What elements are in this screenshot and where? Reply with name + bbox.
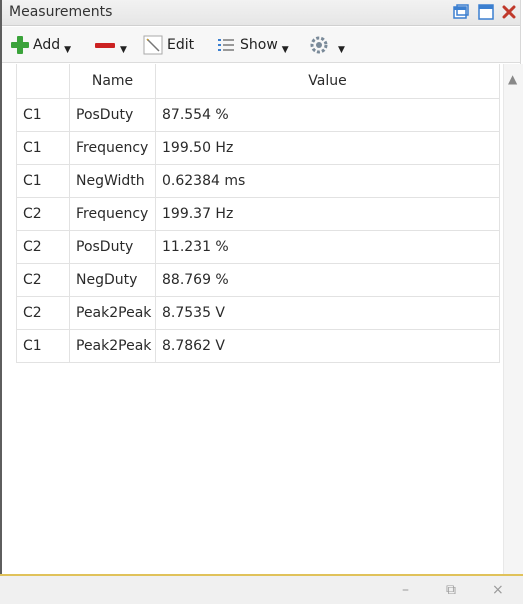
cell-source: C2 [16,296,70,330]
cell-source: C1 [16,98,70,132]
restore-icon[interactable]: ⧉ [446,582,456,598]
cell-source: C1 [16,131,70,165]
remove-dropdown-arrow-icon[interactable]: ▼ [120,45,127,55]
maximize-icon[interactable] [478,4,494,20]
edit-label: Edit [167,37,195,53]
cell-source: C2 [16,197,70,231]
cell-value: 8.7535 V [155,296,500,330]
show-dropdown-arrow-icon[interactable]: ▼ [282,45,289,55]
add-label: Add [33,37,61,53]
table-row[interactable]: C2 NegDuty 88.769 % [16,263,500,297]
column-header-name[interactable]: Name [69,64,156,99]
cell-name: NegDuty [69,263,156,297]
panel-title: Measurements [9,4,113,20]
toolbar: Add ▼ ▼ Edit Show ▼ ▼ [2,27,520,63]
cell-value: 11.231 % [155,230,500,264]
table-row[interactable]: C2 Peak2Peak 8.7535 V [16,296,500,330]
cell-value: 87.554 % [155,98,500,132]
minus-icon [94,35,116,55]
remove-button[interactable]: ▼ [94,33,127,57]
restore-window-icon[interactable] [453,4,469,20]
bottom-bar: – ⧉ × [0,574,523,604]
add-dropdown-arrow-icon[interactable]: ▼ [64,45,71,55]
cell-value: 88.769 % [155,263,500,297]
cell-name: PosDuty [69,230,156,264]
column-header-source[interactable] [16,64,70,99]
edit-icon [143,35,163,55]
cell-value: 199.37 Hz [155,197,500,231]
close-panel-icon[interactable]: × [492,582,504,598]
cell-name: Frequency [69,197,156,231]
cell-source: C1 [16,164,70,198]
list-icon [216,35,236,55]
settings-dropdown-arrow-icon[interactable]: ▼ [338,45,345,55]
title-bar: Measurements [2,0,520,26]
cell-name: Peak2Peak [69,296,156,330]
cell-value: 199.50 Hz [155,131,500,165]
cell-source: C2 [16,263,70,297]
add-button[interactable]: Add ▼ [10,33,71,57]
cell-name: Peak2Peak [69,329,156,363]
measurements-panel: Measurements Add ▼ ▼ Edit Show ▼ ▼ Name … [0,0,523,574]
gear-icon [308,34,330,56]
cell-value: 8.7862 V [155,329,500,363]
cell-name: Frequency [69,131,156,165]
show-button[interactable]: Show ▼ [216,33,289,57]
table-row[interactable]: C1 PosDuty 87.554 % [16,98,500,132]
measurements-table: Name Value C1 PosDuty 87.554 % C1 Frequency 1… [16,64,500,363]
settings-button[interactable]: ▼ [308,33,345,57]
cell-name: PosDuty [69,98,156,132]
cell-name: NegWidth [69,164,156,198]
vertical-scrollbar[interactable]: ▲ [503,64,523,574]
close-icon[interactable] [501,4,517,20]
table-row[interactable]: C1 NegWidth 0.62384 ms [16,164,500,198]
scroll-up-arrow-icon[interactable]: ▲ [508,72,517,86]
cell-value: 0.62384 ms [155,164,500,198]
edit-button[interactable]: Edit [143,33,194,57]
table-row[interactable]: C1 Peak2Peak 8.7862 V [16,329,500,363]
measurements-grid: Name Value C1 PosDuty 87.554 % C1 Frequency 1… [6,64,503,574]
cell-source: C1 [16,329,70,363]
table-row[interactable]: C1 Frequency 199.50 Hz [16,131,500,165]
cell-source: C2 [16,230,70,264]
minimize-icon[interactable]: – [402,582,409,598]
plus-icon [10,35,30,55]
table-row[interactable]: C2 Frequency 199.37 Hz [16,197,500,231]
table-header-row: Name Value [16,64,500,99]
show-label: Show [240,37,278,53]
table-row[interactable]: C2 PosDuty 11.231 % [16,230,500,264]
column-header-value[interactable]: Value [155,64,500,99]
